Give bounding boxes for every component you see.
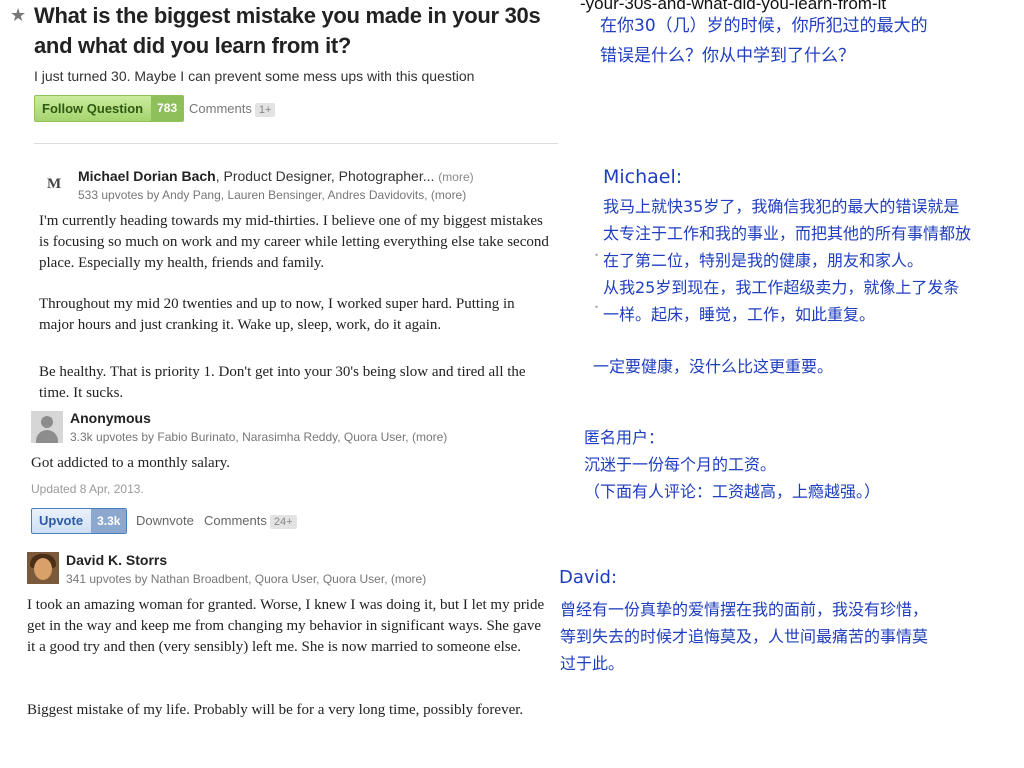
translation-line: 过于此。 bbox=[560, 654, 625, 673]
author-name-link[interactable]: Michael Dorian Bach bbox=[78, 168, 216, 184]
translation-david-name: David: bbox=[559, 567, 618, 588]
avatar-face bbox=[34, 558, 52, 580]
comments-count-badge: 1+ bbox=[254, 103, 276, 117]
anonymous-avatar bbox=[31, 411, 63, 443]
translation-line: 等到失去的时候才追悔莫及，人世间最痛苦的事情莫 bbox=[560, 627, 929, 646]
question-comments-link[interactable]: Comments 1+ bbox=[189, 101, 276, 117]
translation-line: 沉迷于一份每个月的工资。 bbox=[584, 455, 777, 474]
author-avatar[interactable] bbox=[27, 552, 59, 584]
comments-count-badge: 24+ bbox=[269, 515, 297, 529]
answer-paragraph: Throughout my mid 20 twenties and up to … bbox=[39, 296, 515, 333]
translation-line: 我马上就快35岁了，我确信我犯的最大的错误就是 bbox=[603, 197, 960, 216]
translation-michael: 我马上就快35岁了，我确信我犯的最大的错误就是 太专注于工作和我的事业，而把其他… bbox=[603, 193, 971, 328]
star-icon: ★ bbox=[10, 5, 27, 25]
answer-paragraph: I took an amazing woman for granted. Wor… bbox=[27, 597, 545, 655]
answer-paragraph: Got addicted to a monthly salary. bbox=[31, 455, 230, 471]
follow-count: 783 bbox=[151, 96, 184, 121]
avatar-head bbox=[41, 416, 53, 428]
downvote-link[interactable]: Downvote bbox=[136, 513, 194, 528]
author-name: Anonymous bbox=[70, 410, 151, 426]
answer-paragraph: Biggest mistake of my life. Probably wil… bbox=[27, 702, 524, 718]
follow-label: Follow Question bbox=[42, 101, 144, 116]
answer-author-line: Michael Dorian Bach, Product Designer, P… bbox=[78, 168, 474, 184]
translation-anon: 匿名用户： 沉迷于一份每个月的工资。 （下面有人评论：工资越高，上瘾越强。） bbox=[584, 424, 880, 505]
upvote-label: Upvote bbox=[39, 513, 84, 528]
answer-paragraph: Be healthy. That is priority 1. Don't ge… bbox=[39, 364, 526, 401]
translation-michael-name: Michael: bbox=[603, 166, 683, 188]
more-link[interactable]: (more) bbox=[438, 170, 473, 184]
translation-line: （下面有人评论：工资越高，上瘾越强。） bbox=[584, 482, 881, 501]
translation-line: 错误是什么？你从中学到了什么？ bbox=[600, 46, 855, 66]
translation-line: 在了第二位，特别是我的健康，朋友和家人。 bbox=[603, 251, 924, 270]
translation-line: 太专注于工作和我的事业，而把其他的所有事情都放 bbox=[603, 224, 972, 243]
author-credential: , Product Designer, Photographer... bbox=[215, 168, 435, 184]
answer-author-line: David K. Storrs bbox=[66, 552, 167, 568]
translation-line: 匿名用户： bbox=[584, 428, 665, 447]
upvoters-line[interactable]: 3.3k upvotes by Fabio Burinato, Narasimh… bbox=[70, 430, 447, 444]
tick-mark: • bbox=[595, 250, 599, 260]
answer-author-line: Anonymous bbox=[70, 410, 151, 426]
translation-line: 曾经有一份真挚的爱情摆在我的面前，我没有珍惜， bbox=[560, 600, 929, 619]
question-title[interactable]: What is the biggest mistake you made in … bbox=[34, 1, 574, 61]
avatar-letter: M bbox=[47, 176, 62, 192]
translation-question: 在你30（几）岁的时候，你所犯过的最大的 错误是什么？你从中学到了什么？ bbox=[600, 11, 928, 71]
translation-line: 从我25岁到现在，我工作超级卖力，就像上了发条 bbox=[603, 278, 960, 297]
translation-line: 在你30（几）岁的时候，你所犯过的最大的 bbox=[600, 16, 928, 36]
answer-comments-link[interactable]: Comments 24+ bbox=[204, 513, 297, 529]
upvoters-line[interactable]: 533 upvotes by Andy Pang, Lauren Bensing… bbox=[78, 188, 466, 202]
author-name-link[interactable]: David K. Storrs bbox=[66, 552, 167, 568]
upvoters-line[interactable]: 341 upvotes by Nathan Broadbent, Quora U… bbox=[66, 572, 426, 586]
avatar-body bbox=[36, 430, 58, 443]
comments-label: Comments bbox=[189, 101, 252, 116]
comments-label: Comments bbox=[204, 513, 267, 528]
translation-david: 曾经有一份真挚的爱情摆在我的面前，我没有珍惜， 等到失去的时候才追悔莫及，人世间… bbox=[560, 596, 928, 677]
upvote-count: 3.3k bbox=[91, 509, 127, 533]
question-detail: I just turned 30. Maybe I can prevent so… bbox=[34, 68, 475, 84]
tick-mark: • bbox=[595, 302, 599, 312]
translation-michael-last: 一定要健康，没什么比这更重要。 bbox=[593, 357, 834, 376]
updated-date: Updated 8 Apr, 2013. bbox=[31, 482, 144, 496]
follow-question-button[interactable]: Follow Question 783 bbox=[34, 95, 185, 122]
answer-paragraph: I'm currently heading towards my mid-thi… bbox=[39, 213, 549, 271]
upvote-button[interactable]: Upvote 3.3k bbox=[31, 508, 128, 534]
header-divider bbox=[34, 143, 558, 144]
translation-line: 一样。起床，睡觉，工作，如此重复。 bbox=[603, 305, 876, 324]
